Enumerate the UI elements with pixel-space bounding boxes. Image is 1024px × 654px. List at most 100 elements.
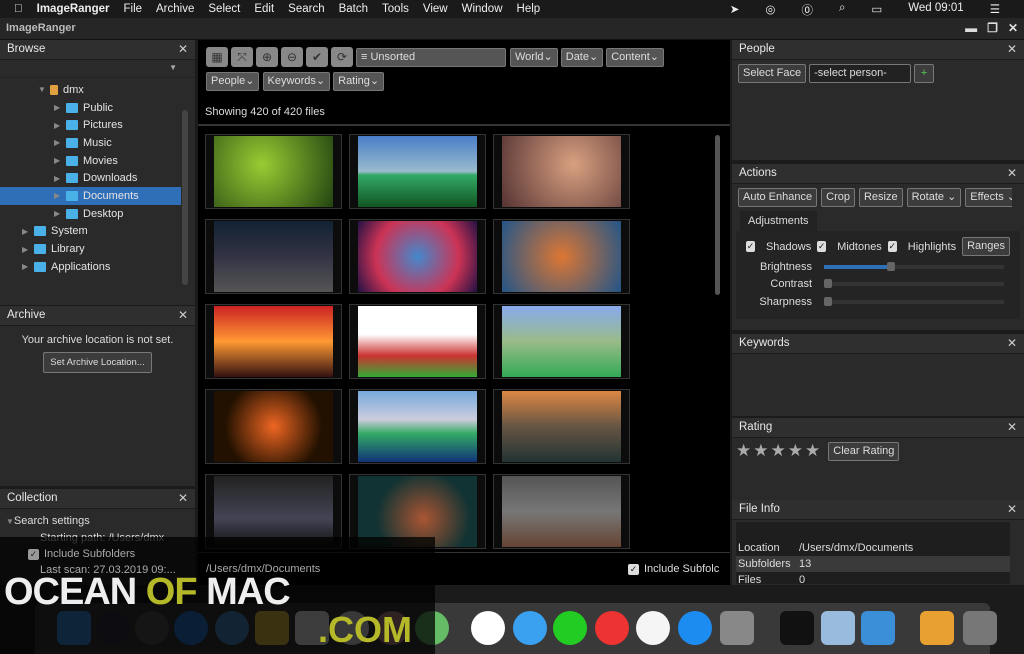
collapsed-triangle-icon[interactable]: ▶: [22, 245, 34, 254]
select-face-button[interactable]: Select Face: [738, 64, 807, 83]
midtones-checkbox[interactable]: ✓: [817, 241, 827, 252]
image-thumbnail[interactable]: [349, 304, 486, 379]
location-icon[interactable]: ➤: [730, 2, 740, 18]
menu-window[interactable]: Window: [462, 3, 503, 15]
restore-icon[interactable]: ❐: [987, 21, 998, 35]
tree-item-movies[interactable]: ▶ Movies: [0, 152, 195, 170]
grid-view-icon[interactable]: ▦: [206, 47, 228, 67]
collapsed-triangle-icon[interactable]: ▶: [54, 138, 66, 147]
tree-item-music[interactable]: ▶ Music: [0, 134, 195, 152]
image-thumbnail[interactable]: [349, 389, 486, 464]
star-icon-1[interactable]: ★: [736, 441, 751, 461]
image-thumbnail[interactable]: [349, 134, 486, 209]
close-icon[interactable]: ✕: [1007, 336, 1017, 350]
close-icon[interactable]: ✕: [1007, 420, 1017, 434]
image-thumbnail[interactable]: [205, 134, 342, 209]
check-icon[interactable]: ✔: [306, 47, 328, 67]
include-subfolders-checkbox[interactable]: ✓: [28, 549, 39, 560]
grid-scrollbar[interactable]: [715, 135, 720, 295]
image-thumbnail[interactable]: [205, 219, 342, 294]
fit-icon[interactable]: ⤧: [231, 47, 253, 67]
tree-item-public[interactable]: ▶ Public: [0, 99, 195, 117]
app-store-icon[interactable]: [678, 611, 712, 645]
tree-item-library[interactable]: ▶ Library: [0, 240, 195, 258]
contrast-slider[interactable]: [824, 279, 1004, 289]
tree-item-desktop[interactable]: ▶ Desktop: [0, 205, 195, 223]
clear-rating-button[interactable]: Clear Rating: [828, 441, 900, 461]
trash-icon[interactable]: [963, 611, 997, 645]
collapsed-triangle-icon[interactable]: ▶: [54, 191, 66, 200]
mail-icon[interactable]: [215, 611, 249, 645]
info-icon[interactable]: ⓪: [801, 2, 813, 18]
add-person-button[interactable]: +: [914, 64, 935, 83]
reminders-icon[interactable]: [335, 611, 369, 645]
photos-icon[interactable]: [471, 611, 505, 645]
set-archive-location-button[interactable]: Set Archive Location...: [43, 352, 152, 373]
tree-scrollbar[interactable]: [182, 110, 188, 285]
image-thumbnail[interactable]: [205, 474, 342, 549]
include-subfolders-checkbox[interactable]: ✓: [628, 564, 639, 575]
image-thumbnail[interactable]: [205, 389, 342, 464]
collapsed-triangle-icon[interactable]: ▶: [22, 227, 34, 236]
close-icon[interactable]: ✕: [1007, 166, 1017, 180]
image-thumbnail[interactable]: [349, 219, 486, 294]
notes-icon[interactable]: [255, 611, 289, 645]
zoom-out-icon[interactable]: ⊖: [281, 47, 303, 67]
filter-rating[interactable]: Rating⌄: [333, 72, 385, 91]
refresh-icon[interactable]: ⟳: [331, 47, 353, 67]
collapsed-triangle-icon[interactable]: ▶: [54, 174, 66, 183]
music-icon[interactable]: [636, 611, 670, 645]
person-select[interactable]: -select person-: [809, 64, 912, 83]
rotate-button[interactable]: Rotate ⌄: [906, 188, 962, 207]
menu-tools[interactable]: Tools: [382, 3, 409, 15]
tree-item-documents[interactable]: ▶ Documents: [0, 187, 181, 205]
menu-search[interactable]: Search: [288, 3, 324, 15]
image-thumbnail[interactable]: [493, 304, 630, 379]
filter-keywords[interactable]: Keywords⌄: [262, 72, 331, 91]
menu-help[interactable]: Help: [517, 3, 541, 15]
ranges-button[interactable]: Ranges: [962, 237, 1010, 256]
close-icon[interactable]: ✕: [178, 491, 188, 505]
close-icon[interactable]: ✕: [1007, 42, 1017, 56]
highlights-checkbox[interactable]: ✓: [887, 241, 897, 252]
star-icon-4[interactable]: ★: [788, 441, 803, 461]
expanded-triangle-icon[interactable]: ▼: [38, 85, 50, 94]
image-thumbnail[interactable]: [493, 474, 630, 549]
books-icon[interactable]: [861, 611, 895, 645]
display-icon[interactable]: ▭: [871, 2, 882, 18]
menu-file[interactable]: File: [123, 3, 142, 15]
star-icon-2[interactable]: ★: [753, 441, 768, 461]
minimize-icon[interactable]: ▬: [965, 21, 977, 35]
archive-utility-icon[interactable]: [920, 611, 954, 645]
sharpness-slider[interactable]: [824, 296, 1004, 306]
star-icon-5[interactable]: ★: [805, 441, 820, 461]
cc-icon[interactable]: ◎: [765, 2, 775, 18]
notification-list-icon[interactable]: ☰: [990, 2, 1000, 18]
collapsed-triangle-icon[interactable]: ▶: [22, 262, 34, 271]
resize-button[interactable]: Resize: [858, 188, 903, 207]
facetime-icon[interactable]: [553, 611, 587, 645]
menu-app[interactable]: ImageRanger: [37, 3, 110, 15]
preview-icon[interactable]: [821, 611, 855, 645]
clock[interactable]: Wed 09:01: [908, 2, 963, 18]
filter-content[interactable]: Content⌄: [606, 47, 664, 67]
tree-item-pictures[interactable]: ▶ Pictures: [0, 116, 195, 134]
star-icon-3[interactable]: ★: [771, 441, 786, 461]
close-icon[interactable]: ✕: [178, 308, 188, 322]
menu-edit[interactable]: Edit: [254, 3, 274, 15]
siri-icon[interactable]: [96, 611, 130, 645]
safari-icon[interactable]: [174, 611, 208, 645]
filter-date[interactable]: Date⌄: [560, 47, 604, 67]
close-icon[interactable]: ✕: [1008, 21, 1018, 35]
browse-location-dropdown[interactable]: ▼: [0, 60, 195, 78]
tree-item-system[interactable]: ▶ System: [0, 223, 195, 241]
image-thumbnail[interactable]: [205, 304, 342, 379]
filter-people[interactable]: People⌄: [206, 72, 260, 91]
collapsed-triangle-icon[interactable]: ▶: [54, 103, 66, 112]
tab-adjustments[interactable]: Adjustments: [740, 211, 817, 231]
sort-dropdown[interactable]: ≡ Unsorted: [356, 47, 506, 67]
search-settings-node[interactable]: ▼Search settings: [6, 513, 189, 530]
image-thumbnail[interactable]: [493, 134, 630, 209]
menu-select[interactable]: Select: [208, 3, 240, 15]
maps-icon[interactable]: [415, 611, 449, 645]
